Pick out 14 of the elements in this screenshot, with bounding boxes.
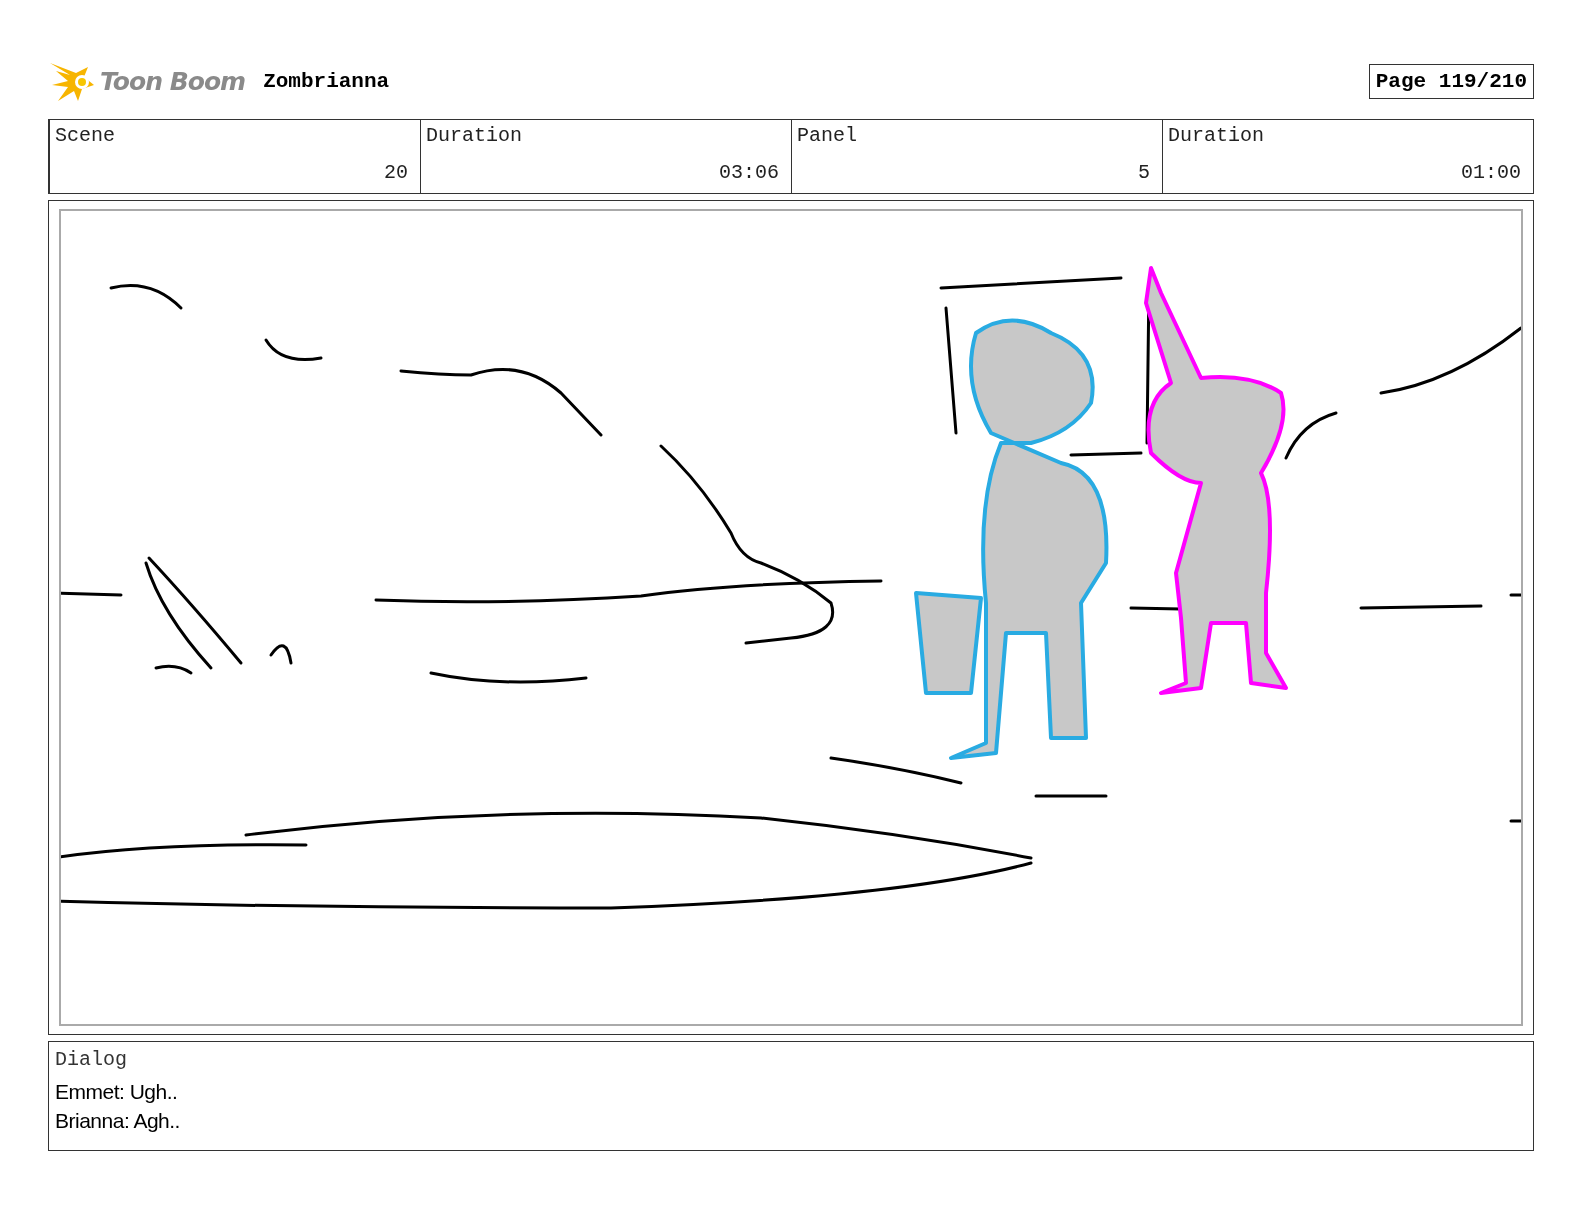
field-label: Duration [1168, 124, 1265, 147]
field-label: Scene [55, 124, 116, 147]
field-value: 5 [1138, 161, 1150, 184]
dialog-line: Emmet: Ugh.. [55, 1079, 179, 1105]
field-label: Duration [426, 124, 523, 147]
field-value: 01:00 [1461, 161, 1521, 184]
field-value: 20 [384, 161, 408, 184]
dialog-label: Dialog [55, 1048, 128, 1071]
field-label: Panel [797, 124, 858, 147]
dialog-line: Brianna: Agh.. [55, 1108, 181, 1134]
logo-text: Toon Boom [100, 66, 246, 96]
project-title: Zombrianna [263, 69, 390, 93]
field-value: 03:06 [719, 161, 779, 184]
page-number: Page 119/210 [1368, 63, 1534, 99]
